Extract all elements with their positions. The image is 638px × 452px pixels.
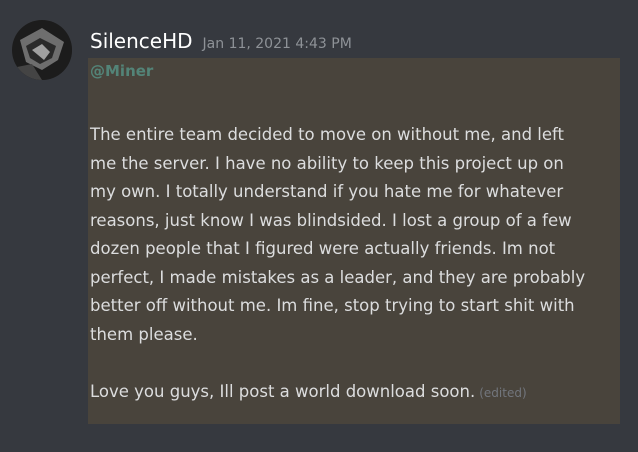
message-line: perfect, I made mistakes as a leader, an… <box>90 267 586 287</box>
avatar-image-icon <box>12 20 72 80</box>
message-line: better off without me. Im fine, stop try… <box>90 296 575 315</box>
message-header: SilenceHD Jan 11, 2021 4:43 PM <box>90 29 352 53</box>
timestamp[interactable]: Jan 11, 2021 4:43 PM <box>203 36 352 52</box>
message-line: The entire team decided to move on witho… <box>90 125 565 144</box>
message-content: The entire team decided to move on witho… <box>90 121 620 407</box>
edited-label: (edited) <box>479 385 527 400</box>
message-line: dozen people that I figured were actuall… <box>90 239 556 258</box>
user-avatar[interactable] <box>12 20 72 80</box>
user-mention[interactable]: @Miner <box>90 62 153 80</box>
message-line: my own. I totally understand if you hate… <box>90 182 564 201</box>
message-line: me the server. I have no ability to keep… <box>90 153 564 173</box>
message-line-final: Love you guys, Ill post a world download… <box>90 378 620 408</box>
message-line: reasons, just know I was blindsided. I l… <box>90 210 572 230</box>
message-text: Love you guys, Ill post a world download… <box>90 381 476 401</box>
username[interactable]: SilenceHD <box>90 29 193 53</box>
message-line: them please. <box>90 324 198 344</box>
